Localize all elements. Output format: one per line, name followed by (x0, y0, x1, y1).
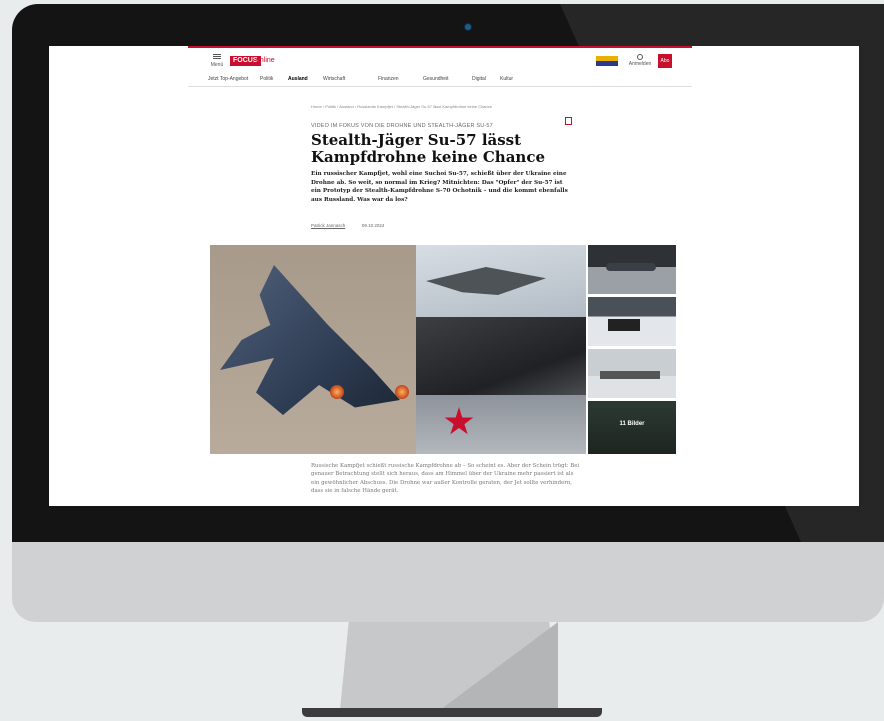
gallery-thumbnail[interactable] (588, 297, 676, 346)
nav-item-wirtschaft[interactable]: Wirtschaft (323, 76, 345, 82)
article-headline: Stealth-Jäger Su-57 lässt Kampfdrohne ke… (311, 131, 545, 166)
nav-item-kultur[interactable]: Kultur (500, 76, 513, 82)
afterburner-glow (395, 385, 409, 399)
drone-silhouette (426, 267, 546, 295)
article-body: Russische Kampfjet schießt russische Kam… (311, 463, 580, 495)
menu-button[interactable]: Menü (208, 52, 226, 70)
bookmark-icon[interactable] (565, 117, 572, 125)
article-byline: Patrick Jannasch 09.10.2024 (311, 223, 384, 228)
fighter-jet-image (220, 265, 400, 415)
afterburner-glow (330, 385, 344, 399)
breadcrumb[interactable]: Home › Politik › Ausland › Russlands Kam… (311, 104, 492, 109)
aircraft-tail-image (416, 395, 586, 454)
nav-item-ausland[interactable]: Ausland (288, 76, 308, 82)
nav-item-gesundheit[interactable]: Gesundheit (423, 76, 449, 82)
article-lead: Ein russischer Kampfjet, wohl eine Sucho… (311, 171, 568, 203)
article-date: 09.10.2024 (361, 223, 385, 228)
main-navigation: Jetzt Top-Angebot Politik Ausland Wirtsc… (188, 74, 692, 87)
login-label: Anmelden (628, 61, 652, 67)
author-link[interactable]: Patrick Jannasch (311, 223, 345, 228)
nav-item-politik[interactable]: Politik (260, 76, 273, 82)
nav-item-offer[interactable]: Jetzt Top-Angebot (208, 76, 248, 82)
gallery-collage-image[interactable] (416, 245, 586, 454)
article-kicker: VIDEO IM FOKUS VON DIE DROHNE UND STEALT… (311, 123, 493, 129)
hamburger-icon (213, 54, 221, 55)
gallery-thumbnail[interactable] (588, 349, 676, 398)
login-button[interactable]: Anmelden (628, 54, 652, 67)
webcam-icon (464, 23, 472, 31)
monitor-chin (12, 542, 884, 622)
gallery-thumbnail[interactable] (588, 245, 676, 294)
site-logo-suffix: online (256, 57, 275, 64)
gallery-count-label: 11 Bilder (619, 421, 645, 427)
nav-item-digital[interactable]: Digital (472, 76, 486, 82)
promo-badge[interactable] (596, 56, 618, 66)
menu-label: Menü (210, 62, 224, 68)
monitor-foot (302, 708, 602, 717)
nav-item-finanzen[interactable]: Finanzen (378, 76, 399, 82)
gallery-main-image[interactable] (210, 245, 416, 454)
site-header: Menü FOCUS online Anmelden Abo (188, 52, 692, 74)
browser-screen: Menü FOCUS online Anmelden Abo Jetzt Top… (49, 46, 859, 506)
subscribe-button[interactable]: Abo (658, 54, 672, 68)
brand-topline (188, 46, 692, 48)
user-icon (637, 54, 643, 60)
gallery-more-thumbnail[interactable]: 11 Bilder (588, 401, 676, 454)
